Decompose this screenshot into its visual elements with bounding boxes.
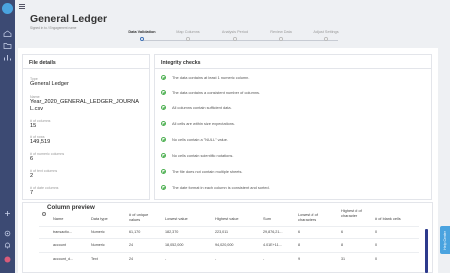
check-row: No cells contain scientific notations. xyxy=(161,152,421,163)
file-details-heading: File details xyxy=(29,60,56,66)
chart-icon[interactable] xyxy=(3,54,12,61)
progress-stepper: Data Validation Map Columns Analysis Per… xyxy=(125,30,355,44)
menu-icon[interactable] xyxy=(19,4,25,9)
col-header-highest[interactable]: Highest value xyxy=(215,216,239,222)
preview-scrollbar[interactable] xyxy=(425,229,428,273)
table-cell: 0 xyxy=(375,257,378,261)
col-header-unique[interactable]: # of unique values xyxy=(129,212,149,222)
step-data-validation[interactable]: Data Validation xyxy=(117,30,167,41)
file-details-card: File details Type General Ledger Name Ye… xyxy=(22,54,150,200)
check-circle-icon xyxy=(161,185,166,190)
step-analysis-period[interactable]: Analysis Period xyxy=(210,30,260,41)
check-row: All columns contain sufficient data. xyxy=(161,104,421,115)
step-map-columns[interactable]: Map Columns xyxy=(163,30,213,41)
settings-icon[interactable] xyxy=(3,230,12,237)
col-header-blank[interactable]: # of blank cells xyxy=(375,216,401,222)
table-cell: 24 xyxy=(129,243,134,247)
check-circle-icon xyxy=(161,121,166,126)
integrity-heading: Integrity checks xyxy=(161,60,201,66)
field-columns: # of columns 15 xyxy=(30,119,51,129)
col-header-highest-chars[interactable]: Highest # of character xyxy=(341,208,363,218)
table-cell: 94,020,000 xyxy=(215,243,234,247)
table-cell: 61,170 xyxy=(129,230,141,234)
table-cell: Numeric xyxy=(91,243,105,247)
main-content: File details Type General Ledger Name Ye… xyxy=(18,48,438,273)
nav-rail xyxy=(0,0,15,273)
table-cell: 6 xyxy=(341,230,344,234)
step-review-data[interactable]: Review Data xyxy=(256,30,306,41)
table-cell: - xyxy=(263,257,265,261)
check-row: No cells contain a "NULL" value. xyxy=(161,136,421,147)
field-rows: # of rows 149,519 xyxy=(30,135,51,145)
col-header-data-type[interactable]: Data type xyxy=(91,216,108,222)
field-type: Type General Ledger xyxy=(30,77,69,87)
check-circle-icon xyxy=(161,169,166,174)
user-icon[interactable] xyxy=(3,256,12,263)
table-cell: 8 xyxy=(298,243,301,247)
app-logo-icon[interactable] xyxy=(2,3,13,14)
col-header-lowest-chars[interactable]: Lowest # of characters xyxy=(298,212,324,222)
field-text-columns: # of text columns 2 xyxy=(30,169,58,179)
col-header-sum[interactable]: Sum xyxy=(263,216,271,222)
field-name: Name Year_2020_GENERAL_LEDGER_JOURNAL.cs… xyxy=(30,95,139,112)
check-row: The data contains a consistent number of… xyxy=(161,89,421,100)
check-row: The data contains at least 1 numeric col… xyxy=(161,74,421,85)
table-cell: 4.01E+11... xyxy=(263,243,282,247)
column-preview: Column preview Name Data type # of uniqu… xyxy=(22,202,433,273)
table-cell: 9 xyxy=(298,257,301,261)
step-adjust-settings[interactable]: Adjust Settings xyxy=(301,30,351,41)
page-title: General Ledger xyxy=(30,13,108,25)
table-cell: 18,052,000 xyxy=(165,243,184,247)
settings-icon[interactable] xyxy=(42,212,46,216)
page-subtitle: Signed in to / Engagement name xyxy=(30,26,77,30)
check-row: The date format in each column is consis… xyxy=(161,184,421,195)
check-circle-icon xyxy=(161,153,166,158)
table-cell: - xyxy=(215,257,217,261)
table-cell: transactio... xyxy=(53,230,73,234)
check-circle-icon xyxy=(161,137,166,142)
check-row: All cells are within size expectations. xyxy=(161,120,421,131)
table-cell: 31 xyxy=(341,257,346,261)
help-center-tab[interactable]: Help Center xyxy=(440,226,450,254)
app-root: General Ledger Signed in to / Engagement… xyxy=(0,0,450,273)
table-cell: 29,876,21... xyxy=(263,230,283,234)
field-numeric-columns: # of numeric columns 6 xyxy=(30,152,65,162)
table-cell: 8 xyxy=(341,243,344,247)
table-cell: 182,370 xyxy=(165,230,179,234)
help-center-label: Help Center xyxy=(442,231,447,250)
home-icon[interactable] xyxy=(3,30,12,37)
integrity-checks-card: Integrity checks The data contains at le… xyxy=(154,54,432,200)
col-header-name[interactable]: Name xyxy=(53,216,63,222)
table-cell: account xyxy=(53,243,66,247)
folder-icon[interactable] xyxy=(3,42,12,49)
table-cell: 0 xyxy=(375,243,378,247)
check-circle-icon xyxy=(161,90,166,95)
table-cell: 6 xyxy=(298,230,301,234)
add-icon[interactable] xyxy=(3,210,12,217)
preview-heading: Column preview xyxy=(47,204,95,211)
table-cell: Numeric xyxy=(91,230,105,234)
check-circle-icon xyxy=(161,105,166,110)
check-circle-icon xyxy=(161,75,166,80)
notification-icon[interactable] xyxy=(3,242,12,249)
table-cell: 223,011 xyxy=(215,230,229,234)
check-row: The file does not contain multiple sheet… xyxy=(161,168,421,179)
table-cell: - xyxy=(165,257,167,261)
table-cell: 0 xyxy=(375,230,378,234)
field-date-columns: # of date columns 7 xyxy=(30,186,59,196)
table-cell: 24 xyxy=(129,257,134,261)
table-cell: account_d... xyxy=(53,257,74,261)
table-cell: Text xyxy=(91,257,98,261)
col-header-lowest[interactable]: Lowest value xyxy=(165,216,188,222)
